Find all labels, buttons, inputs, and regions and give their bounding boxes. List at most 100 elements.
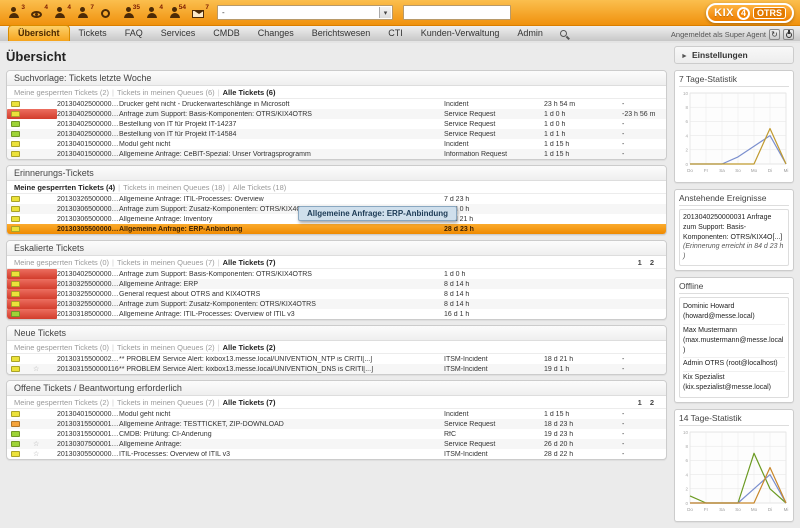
ticket-title: ** PROBLEM Service Alert: kixbox13.messe… [119, 365, 374, 373]
ticket-row[interactable]: 2013032650000024 Allgemeine Anfrage: ITIL… [7, 194, 666, 204]
reminder-tickets-icon[interactable]: 7 [75, 4, 94, 20]
ticket-title: Allgemeine Anfrage: ERP [119, 280, 198, 288]
ticket-row[interactable]: 2013040250000013 Bestellung von IT für Pr… [7, 129, 666, 139]
filter-bar: Meine gesperrten Tickets (0) | Tickets in … [7, 256, 666, 269]
logged-in-text: Angemeldet als Super Agent [670, 30, 766, 39]
watch-star-icon[interactable]: ☆ [33, 451, 39, 458]
tab-kunden-verwaltung[interactable]: Kunden-Verwaltung [412, 26, 509, 41]
watched-tickets-icon[interactable]: 4 [29, 4, 48, 20]
filter-link[interactable]: Alle Tickets (2) [223, 343, 276, 352]
filter-link[interactable]: Meine gesperrten Tickets (0) [14, 258, 109, 267]
filter-link[interactable]: Alle Tickets (18) [233, 183, 286, 192]
filter-link[interactable]: Tickets in meinen Queues (18) [123, 183, 225, 192]
responsible-tickets-icon[interactable]: 4 [52, 4, 71, 20]
filter-link[interactable]: Meine gesperrten Tickets (2) [14, 88, 109, 97]
ticket-type: Service Request [444, 440, 496, 448]
tab-cti[interactable]: CTI [379, 26, 412, 41]
ticket-number: 2013040250000041 [57, 100, 119, 108]
fulltext-search-input[interactable] [403, 5, 511, 20]
filter-link[interactable]: Tickets in meinen Queues (6) [117, 88, 215, 97]
filter-link[interactable]: Meine gesperrten Tickets (0) [14, 343, 109, 352]
priority-flag [11, 431, 20, 437]
tab--bersicht[interactable]: Übersicht [8, 25, 70, 41]
tab-faq[interactable]: FAQ [116, 26, 152, 41]
tab-changes[interactable]: Changes [249, 26, 303, 41]
ticket-number: 2013030550000046 [57, 225, 119, 233]
offline-user[interactable]: Kix Spezialist (kix.spezialist@messe.loc… [683, 372, 785, 395]
ticket-row[interactable]: 2013040250000031 Anfrage zum Support: Bas… [7, 109, 666, 119]
offline-user[interactable]: Admin OTRS (root@localhost) [683, 358, 785, 372]
tab-admin[interactable]: Admin [508, 26, 552, 41]
ticket-row[interactable]: 2013031850000012 Allgemeine Anfrage: ITIL… [7, 309, 666, 319]
ticket-row[interactable]: ☆ 2013031550000116 ** PROBLEM Service Aler… [7, 364, 666, 374]
filter-link[interactable]: Meine gesperrten Tickets (2) [14, 398, 109, 407]
ticket-row[interactable]: 2013032550000035 General request about OT… [7, 289, 666, 299]
toolbar-icons: 3 4 4 7 35 4 54 7 [6, 4, 209, 20]
watch-star-icon[interactable]: ☆ [33, 366, 39, 373]
filter-link[interactable]: Tickets in meinen Queues (7) [117, 258, 215, 267]
logo-otrs-text: OTRS [752, 7, 786, 19]
ticket-row[interactable]: 2013031550000189 CMDB: Prüfung: CI-Änderu… [7, 429, 666, 439]
count-badge: 4 [44, 3, 48, 11]
queue-jump-select[interactable]: - ▾ [217, 5, 393, 20]
all-tickets-icon[interactable]: 54 [167, 4, 186, 20]
tab-services[interactable]: Services [152, 26, 205, 41]
ticket-row[interactable]: ☆ 2013030750000122 Allgemeine Anfrage: Serv… [7, 439, 666, 449]
watch-star-icon[interactable]: ☆ [33, 441, 39, 448]
offline-user[interactable]: Max Mustermann (max.mustermann@messe.loc… [683, 325, 785, 358]
ticket-age: 1 d 0 h [544, 110, 566, 118]
priority-flag [11, 451, 20, 457]
filter-link[interactable]: Alle Tickets (7) [223, 258, 276, 267]
ticket-age: 1 d 1 h [544, 130, 566, 138]
ticket-escalation-time: - [622, 150, 625, 158]
queue-view-icon[interactable] [98, 7, 113, 20]
count-badge: 7 [205, 3, 209, 11]
pagination[interactable]: 1 2 [638, 398, 657, 407]
search-icon[interactable] [559, 30, 567, 37]
offline-user[interactable]: Dominic Howard (howard@messe.local) [683, 301, 785, 325]
filter-link[interactable]: Meine gesperrten Tickets (4) [14, 183, 115, 192]
widget-title: 14 Tage-Statistik [679, 413, 789, 427]
ticket-row[interactable]: 2013040150000015 Allgemeine Anfrage: CeBI… [7, 149, 666, 159]
svg-text:6: 6 [685, 119, 688, 124]
ticket-row[interactable]: 2013040250000031 Anfrage zum Support: Bas… [7, 269, 666, 279]
tab-berichtswesen[interactable]: Berichtswesen [303, 26, 380, 41]
ticket-row[interactable]: ☆ 2013030550000064 ITIL-Processes: Overvie… [7, 449, 666, 459]
priority-flag [11, 366, 20, 372]
ticket-age: 19 d 23 h [544, 430, 574, 438]
logout-button[interactable] [783, 29, 794, 40]
ticket-row[interactable]: 2013040250000041 Drucker geht nicht - Dru… [7, 99, 666, 109]
ticket-title: ** PROBLEM Service Alert: kixbox13.messe… [119, 355, 373, 363]
ticket-flags [7, 309, 57, 319]
ticket-age: 1 d 0 h [544, 120, 566, 128]
priority-flag [11, 141, 20, 147]
new-mail-icon[interactable]: 7 [190, 4, 209, 20]
ticket-number: 2013040150000015 [57, 150, 119, 158]
chevron-down-icon[interactable]: ▾ [379, 7, 391, 18]
ticket-row[interactable]: 2013040150000024 Modul geht nicht Incident… [7, 409, 666, 419]
tab-cmdb[interactable]: CMDB [204, 26, 249, 41]
ticket-row[interactable]: 2013040250000022 Bestellung von IT für Pr… [7, 119, 666, 129]
ticket-flags [7, 204, 57, 214]
pagination[interactable]: 1 2 [638, 258, 657, 267]
event-entry[interactable]: 2013040250000031 Anfrage zum Support: Ba… [679, 209, 789, 266]
ticket-row[interactable]: 2013032550000026 Allgemeine Anfrage: ERP 8… [7, 279, 666, 289]
ticket-row[interactable]: 2013031550000241 ** PROBLEM Service Alert… [7, 354, 666, 364]
tab-tickets[interactable]: Tickets [70, 26, 116, 41]
ticket-row[interactable]: 2013030550000046 Allgemeine Anfrage: ERP-… [7, 224, 666, 234]
filter-link[interactable]: Alle Tickets (7) [223, 398, 276, 407]
open-tickets-icon[interactable]: 4 [144, 4, 163, 20]
refresh-button[interactable]: ↻ [769, 29, 780, 40]
widget-title: Anstehende Ereignisse [679, 193, 789, 206]
power-icon [785, 30, 792, 38]
ticket-row[interactable]: 2013040150000024 Modul geht nicht Incident… [7, 139, 666, 149]
filter-link[interactable]: Tickets in meinen Queues (2) [117, 343, 215, 352]
ticket-number: 2013032650000024 [57, 195, 119, 203]
ticket-flags: ☆ [7, 439, 57, 449]
locked-tickets-icon[interactable]: 3 [6, 4, 25, 20]
settings-toggle[interactable]: ► Einstellungen [674, 46, 794, 64]
filter-link[interactable]: Alle Tickets (6) [223, 88, 276, 97]
new-tickets-icon[interactable]: 35 [121, 4, 140, 20]
ticket-row[interactable]: 2013032550000071 Anfrage zum Support: Zus… [7, 299, 666, 309]
filter-link[interactable]: Tickets in meinen Queues (7) [117, 398, 215, 407]
